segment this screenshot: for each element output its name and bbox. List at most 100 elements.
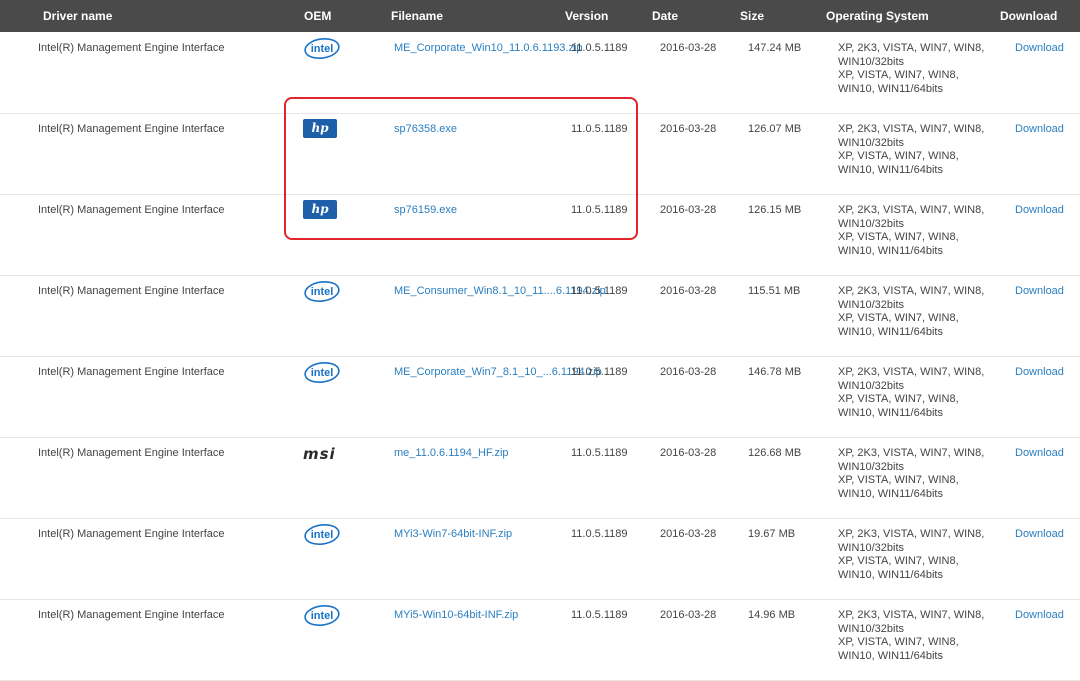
col-filename: Filename xyxy=(391,9,444,23)
download-link[interactable]: Download xyxy=(1015,447,1064,459)
download-link[interactable]: Download xyxy=(1015,42,1064,54)
file-size: 115.51 MB xyxy=(748,285,801,297)
os-line: XP, 2K3, VISTA, WIN7, WIN8, xyxy=(838,528,985,540)
filename-link[interactable]: MYi3-Win7-64bit-INF.zip xyxy=(394,528,512,540)
os-line: WIN10/32bits xyxy=(838,298,905,311)
intel-logo-icon: intel xyxy=(303,279,343,303)
os-line: XP, VISTA, WIN7, WIN8, xyxy=(838,150,959,162)
driver-name: Intel(R) Management Engine Interface xyxy=(38,366,225,378)
col-version: Version xyxy=(565,9,609,23)
date: 2016-03-28 xyxy=(660,204,717,216)
os-line: XP, 2K3, VISTA, WIN7, WIN8, xyxy=(838,285,985,297)
operating-system: XP, 2K3, VISTA, WIN7, WIN8, WIN10/32bits X… xyxy=(838,609,993,663)
os-line: WIN10, WIN11/64bits xyxy=(838,568,943,581)
svg-text:intel: intel xyxy=(311,367,334,379)
hp-logo-icon: hp xyxy=(303,200,337,219)
date: 2016-03-28 xyxy=(660,528,717,540)
operating-system: XP, 2K3, VISTA, WIN7, WIN8, WIN10/32bits X… xyxy=(838,123,993,177)
operating-system: XP, 2K3, VISTA, WIN7, WIN8, WIN10/32bits X… xyxy=(838,204,993,258)
os-line: WIN10/32bits xyxy=(838,460,905,473)
os-line: WIN10/32bits xyxy=(838,217,905,230)
os-line: XP, VISTA, WIN7, WIN8, xyxy=(838,69,959,81)
os-line: WIN10, WIN11/64bits xyxy=(838,487,943,500)
version: 11.0.5.1189 xyxy=(571,123,628,135)
filename-link[interactable]: MYi5-Win10-64bit-INF.zip xyxy=(394,609,518,621)
os-line: WIN10, WIN11/64bits xyxy=(838,649,943,662)
driver-name: Intel(R) Management Engine Interface xyxy=(38,447,225,459)
os-line: XP, VISTA, WIN7, WIN8, xyxy=(838,474,959,486)
driver-name: Intel(R) Management Engine Interface xyxy=(38,204,225,216)
oem-logo: intel xyxy=(303,522,343,546)
os-line: XP, VISTA, WIN7, WIN8, xyxy=(838,231,959,243)
version: 11.0.5.1189 xyxy=(571,609,628,621)
oem-logo: hp xyxy=(303,117,343,139)
filename-link[interactable]: ME_Corporate_Win10_11.0.6.1193.zip xyxy=(394,42,583,54)
download-link[interactable]: Download xyxy=(1015,123,1064,135)
intel-logo-icon: intel xyxy=(303,360,343,384)
os-line: XP, 2K3, VISTA, WIN7, WIN8, xyxy=(838,366,985,378)
col-download: Download xyxy=(1000,9,1058,23)
filename-link[interactable]: me_11.0.6.1194_HF.zip xyxy=(394,447,509,459)
table-row: Intel(R) Management Engine Interface inte… xyxy=(0,275,1080,357)
file-size: 14.96 MB xyxy=(748,609,796,621)
os-line: XP, VISTA, WIN7, WIN8, xyxy=(838,312,959,324)
date: 2016-03-28 xyxy=(660,285,717,297)
table-row: Intel(R) Management Engine Interface inte… xyxy=(0,32,1080,114)
svg-text:intel: intel xyxy=(311,286,334,298)
file-size: 126.07 MB xyxy=(748,123,802,135)
table-row: Intel(R) Management Engine Interface msi m… xyxy=(0,437,1080,519)
download-link[interactable]: Download xyxy=(1015,204,1064,216)
oem-logo: intel xyxy=(303,36,343,60)
download-link[interactable]: Download xyxy=(1015,528,1064,540)
os-line: XP, VISTA, WIN7, WIN8, xyxy=(838,636,959,648)
os-line: XP, 2K3, VISTA, WIN7, WIN8, xyxy=(838,447,985,459)
table-row: Intel(R) Management Engine Interface inte… xyxy=(0,599,1080,681)
date: 2016-03-28 xyxy=(660,609,717,621)
file-size: 126.15 MB xyxy=(748,204,802,216)
oem-logo: msi xyxy=(303,441,343,463)
os-line: WIN10/32bits xyxy=(838,622,905,635)
os-line: XP, 2K3, VISTA, WIN7, WIN8, xyxy=(838,609,985,621)
intel-logo-icon: intel xyxy=(303,603,343,627)
os-line: XP, 2K3, VISTA, WIN7, WIN8, xyxy=(838,123,985,135)
oem-logo: hp xyxy=(303,198,343,220)
operating-system: XP, 2K3, VISTA, WIN7, WIN8, WIN10/32bits X… xyxy=(838,528,993,582)
col-os: Operating System xyxy=(826,9,929,23)
os-line: WIN10, WIN11/64bits xyxy=(838,325,943,338)
os-line: WIN10/32bits xyxy=(838,55,905,68)
file-size: 147.24 MB xyxy=(748,42,802,54)
os-line: XP, VISTA, WIN7, WIN8, xyxy=(838,393,959,405)
download-link[interactable]: Download xyxy=(1015,366,1064,378)
svg-text:intel: intel xyxy=(311,610,334,622)
col-size: Size xyxy=(740,9,765,23)
version: 11.0.5.1189 xyxy=(571,528,628,540)
version: 11.0.5.1189 xyxy=(571,285,628,297)
table-row: Intel(R) Management Engine Interface inte… xyxy=(0,518,1080,600)
filename-link[interactable]: sp76358.exe xyxy=(394,123,457,135)
date: 2016-03-28 xyxy=(660,123,717,135)
download-link[interactable]: Download xyxy=(1015,285,1064,297)
driver-name: Intel(R) Management Engine Interface xyxy=(38,609,225,621)
version: 11.0.5.1189 xyxy=(571,204,628,216)
version: 11.0.5.1189 xyxy=(571,42,628,54)
filename-link[interactable]: sp76159.exe xyxy=(394,204,457,216)
file-size: 146.78 MB xyxy=(748,366,802,378)
operating-system: XP, 2K3, VISTA, WIN7, WIN8, WIN10/32bits X… xyxy=(838,285,993,339)
os-line: WIN10, WIN11/64bits xyxy=(838,244,943,257)
msi-logo-icon: msi xyxy=(303,445,336,463)
file-size: 126.68 MB xyxy=(748,447,802,459)
table-row: Intel(R) Management Engine Interface inte… xyxy=(0,356,1080,438)
col-driver-name: Driver name xyxy=(43,9,113,23)
oem-logo: intel xyxy=(303,279,343,303)
table-row: Intel(R) Management Engine Interface hp sp… xyxy=(0,194,1080,276)
table-row: Intel(R) Management Engine Interface hp sp… xyxy=(0,113,1080,195)
os-line: XP, VISTA, WIN7, WIN8, xyxy=(838,555,959,567)
os-line: WIN10/32bits xyxy=(838,136,905,149)
os-line: WIN10, WIN11/64bits xyxy=(838,406,943,419)
download-link[interactable]: Download xyxy=(1015,609,1064,621)
hp-logo-icon: hp xyxy=(303,119,337,138)
oem-logo: intel xyxy=(303,603,343,627)
driver-name: Intel(R) Management Engine Interface xyxy=(38,42,225,54)
svg-text:intel: intel xyxy=(311,529,334,541)
date: 2016-03-28 xyxy=(660,42,717,54)
